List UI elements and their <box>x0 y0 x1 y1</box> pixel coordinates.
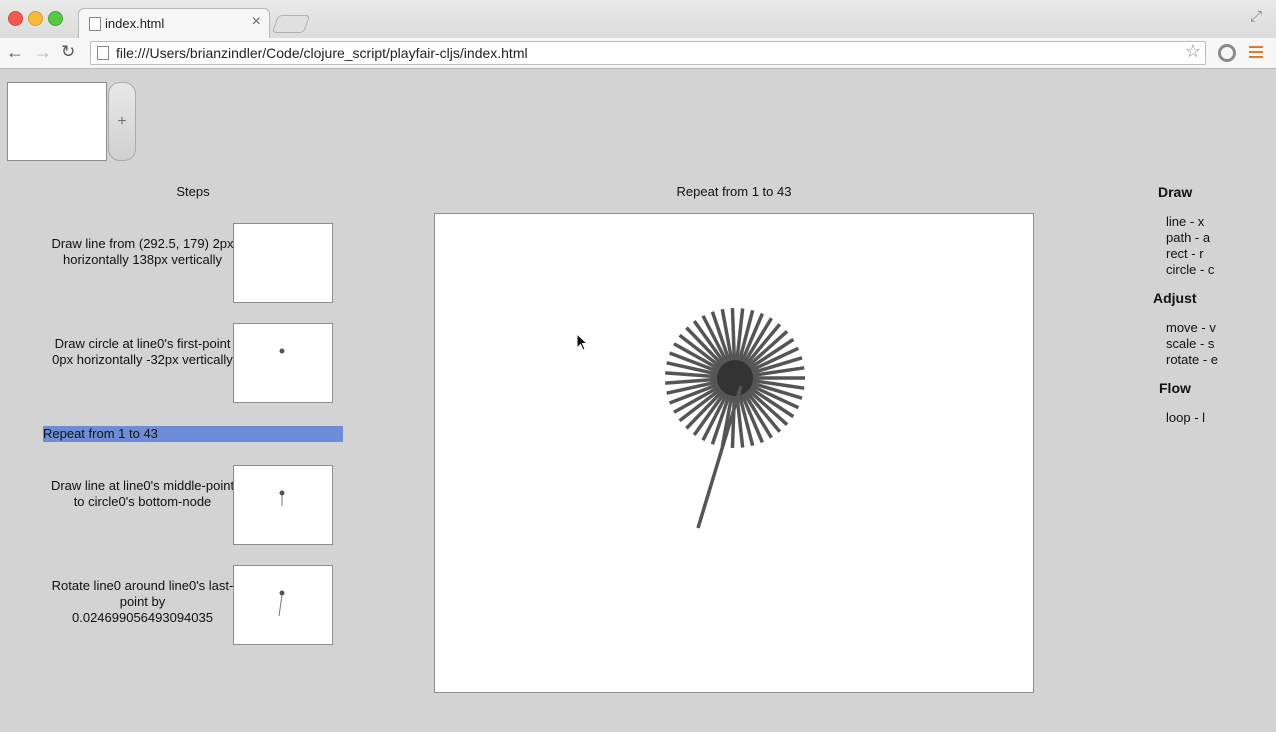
back-icon[interactable]: ← <box>6 42 24 63</box>
flow-heading: Flow <box>1159 380 1191 396</box>
tool-circle[interactable]: circle - c <box>1166 262 1214 277</box>
browser-tab[interactable]: index.html × <box>78 8 270 39</box>
step-5-preview <box>278 590 285 617</box>
bookmark-star-icon[interactable]: ☆ <box>1185 41 1201 62</box>
step-4-text[interactable]: Draw line at line0's middle-point to cir… <box>50 478 235 510</box>
step-2-text[interactable]: Draw circle at line0's first-point 0px h… <box>50 336 235 368</box>
window-minimize-icon[interactable] <box>28 11 43 26</box>
page-icon <box>97 46 109 60</box>
extension-icon[interactable] <box>1218 44 1236 62</box>
step-1-thumbnail[interactable] <box>233 223 333 303</box>
tool-line[interactable]: line - x <box>1166 214 1204 229</box>
drawing-canvas[interactable] <box>434 213 1034 693</box>
browser-toolbar: ← → ↻ file:///Users/brianzindler/Code/cl… <box>0 38 1276 69</box>
forward-icon[interactable]: → <box>34 42 52 63</box>
window-close-icon[interactable] <box>8 11 23 26</box>
step-3-repeat-loop[interactable]: Repeat from 1 to 43 <box>43 426 343 442</box>
tool-loop[interactable]: loop - l <box>1166 410 1205 425</box>
adjust-heading: Adjust <box>1153 290 1197 306</box>
tool-path[interactable]: path - a <box>1166 230 1210 245</box>
window-maximize-icon[interactable] <box>48 11 63 26</box>
document-thumbnail[interactable] <box>7 82 107 161</box>
tool-move[interactable]: move - v <box>1166 320 1216 335</box>
fullscreen-icon[interactable]: ⤢ <box>1250 8 1262 25</box>
tool-rotate[interactable]: rotate - e <box>1166 352 1218 367</box>
tab-title: index.html <box>105 16 165 31</box>
tab-close-icon[interactable]: × <box>252 13 261 31</box>
address-bar[interactable]: file:///Users/brianzindler/Code/clojure_… <box>90 41 1206 65</box>
flower-center <box>717 360 753 396</box>
step-4-thumbnail[interactable] <box>233 465 333 545</box>
steps-heading: Steps <box>176 184 210 199</box>
step-5-text[interactable]: Rotate line0 around line0's last-point b… <box>50 578 235 626</box>
tool-rect[interactable]: rect - r <box>1166 246 1204 261</box>
step-1-text[interactable]: Draw line from (292.5, 179) 2px horizont… <box>50 236 235 268</box>
step-5-thumbnail[interactable] <box>233 565 333 645</box>
canvas-title: Repeat from 1 to 43 <box>676 184 792 199</box>
step-2-thumbnail[interactable] <box>233 323 333 403</box>
page-icon <box>89 17 101 31</box>
add-document-button[interactable]: + <box>108 82 136 161</box>
mouse-cursor-icon <box>576 333 588 351</box>
url-text: file:///Users/brianzindler/Code/clojure_… <box>116 45 528 61</box>
dandelion-drawing <box>665 307 805 529</box>
new-tab-button[interactable] <box>271 15 311 33</box>
menu-icon[interactable] <box>1249 46 1263 61</box>
tool-scale[interactable]: scale - s <box>1166 336 1214 351</box>
draw-heading: Draw <box>1158 184 1193 200</box>
step-2-preview <box>279 348 285 354</box>
step-4-preview <box>279 490 285 506</box>
reload-icon[interactable]: ↻ <box>61 42 75 62</box>
browser-titlebar: index.html × ⤢ <box>0 0 1276 39</box>
